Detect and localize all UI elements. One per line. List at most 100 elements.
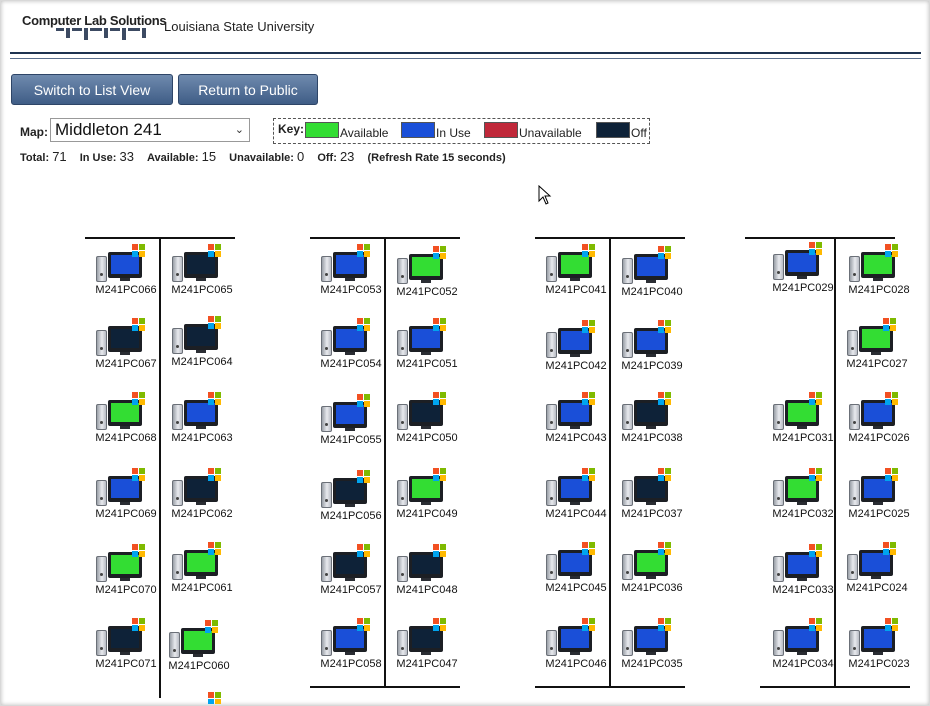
computer-m241pc071[interactable]: M241PC071 [90, 616, 160, 672]
computer-m241pc050[interactable]: M241PC050 [391, 390, 461, 446]
computer-m241pc061[interactable]: M241PC061 [166, 540, 236, 596]
computer-m241pc038[interactable]: M241PC038 [616, 390, 686, 446]
computer-label: M241PC033 [772, 584, 834, 596]
return-to-public-button[interactable]: Return to Public [178, 74, 318, 105]
computer-label: M241PC032 [772, 508, 834, 520]
computer-m241pc036[interactable]: M241PC036 [616, 540, 686, 596]
monitor-stand [196, 576, 206, 579]
monitor-stand [196, 350, 206, 353]
monitor-stand [196, 426, 206, 429]
computer-m241pc058[interactable]: M241PC058 [315, 616, 385, 672]
tower-icon [96, 480, 107, 506]
switch-to-list-view-button[interactable]: Switch to List View [11, 74, 173, 105]
computer-m241pc056[interactable]: M241PC056 [315, 468, 385, 524]
computer-m241pc024[interactable]: M241PC024 [841, 540, 911, 596]
computer-m241pc032[interactable]: M241PC032 [767, 466, 837, 522]
tower-icon [321, 630, 332, 656]
windows-logo-icon [132, 468, 146, 482]
computer-m241pc033[interactable]: M241PC033 [767, 542, 837, 598]
total-count: 71 [52, 149, 67, 164]
computer-m241pc057[interactable]: M241PC057 [315, 542, 385, 598]
computer-m241pc042[interactable]: M241PC042 [540, 318, 610, 374]
key-label: Key: [278, 122, 305, 136]
computer-m241pc070[interactable]: M241PC070 [90, 542, 160, 598]
header-divider-thin [10, 58, 921, 59]
computer-label: M241PC051 [396, 358, 458, 370]
key-in-use-label: In Use [436, 126, 471, 140]
windows-logo-icon [132, 618, 146, 632]
computer-m241pc040[interactable]: M241PC040 [616, 244, 686, 300]
computer-m241pc054[interactable]: M241PC054 [315, 316, 385, 372]
windows-logo-icon [433, 468, 447, 482]
monitor-stand [646, 652, 656, 655]
computer-label: M241PC037 [621, 508, 683, 520]
key-swatch-unavailable [484, 122, 518, 138]
computer-m241pc025[interactable]: M241PC025 [843, 466, 913, 522]
monitor-stand [646, 354, 656, 357]
computer-m241pc039[interactable]: M241PC039 [616, 318, 686, 374]
windows-logo-icon [658, 246, 672, 260]
computer-m241pc041[interactable]: M241PC041 [540, 242, 610, 298]
windows-logo-icon [883, 542, 897, 556]
computer-m241pc044[interactable]: M241PC044 [540, 466, 610, 522]
logo-graphic [56, 28, 156, 40]
computer-label: M241PC050 [396, 432, 458, 444]
tower-icon [847, 330, 858, 356]
unavailable-count: 0 [297, 149, 305, 164]
monitor-stand [646, 502, 656, 505]
windows-logo-icon [357, 244, 371, 258]
computer-m241pc062[interactable]: M241PC062 [166, 466, 236, 522]
monitor-stand [873, 278, 883, 281]
windows-logo-icon [658, 320, 672, 334]
computer-m241pc068[interactable]: M241PC068 [90, 390, 160, 446]
computer-m241pc053[interactable]: M241PC053 [315, 242, 385, 298]
computer-m241pc051[interactable]: M241PC051 [391, 316, 461, 372]
computer-label: M241PC027 [846, 358, 908, 370]
computer-label: M241PC071 [95, 658, 157, 670]
map-select[interactable]: Middleton 241 ⌄ [50, 118, 250, 142]
computer-label: M241PC047 [396, 658, 458, 670]
computer-m241pc063[interactable]: M241PC063 [166, 390, 236, 446]
monitor-stand [797, 578, 807, 581]
computer-m241pc027[interactable]: M241PC027 [841, 316, 911, 372]
computer-m241pc066[interactable]: M241PC066 [90, 242, 160, 298]
monitor-stand [797, 652, 807, 655]
windows-logo-icon [357, 470, 371, 484]
computer-m241pc065[interactable]: M241PC065 [166, 242, 236, 298]
computer-m241pc049[interactable]: M241PC049 [391, 466, 461, 522]
computer-m241pc029[interactable]: M241PC029 [767, 240, 837, 296]
monitor-stand [797, 426, 807, 429]
computer-m241pc069[interactable]: M241PC069 [90, 466, 160, 522]
logo[interactable]: Computer Lab Solutions [22, 13, 167, 28]
computer-label: M241PC052 [396, 286, 458, 298]
monitor-stand [120, 426, 130, 429]
computer-m241pc034[interactable]: M241PC034 [767, 616, 837, 672]
computer-m241pc037[interactable]: M241PC037 [616, 466, 686, 522]
monitor-stand [871, 576, 881, 579]
computer-m241pc026[interactable]: M241PC026 [843, 390, 913, 446]
computer-m241pc023[interactable]: M241PC023 [843, 616, 913, 672]
computer-m241pc035[interactable]: M241PC035 [616, 616, 686, 672]
tower-icon [622, 554, 633, 580]
computer-m241pc043[interactable]: M241PC043 [540, 390, 610, 446]
map-label: Map: [20, 125, 48, 139]
tower-icon [622, 630, 633, 656]
computer-m241pc031[interactable]: M241PC031 [767, 390, 837, 446]
computer-label: M241PC062 [171, 508, 233, 520]
computer-m241pc067[interactable]: M241PC067 [90, 316, 160, 372]
table-edge [310, 686, 460, 688]
windows-logo-icon [208, 392, 222, 406]
computer-m241pc060[interactable]: M241PC060 [163, 618, 233, 674]
computer-m241pc047[interactable]: M241PC047 [391, 616, 461, 672]
available-count: 15 [201, 149, 217, 164]
computer-m241pc045[interactable]: M241PC045 [540, 540, 610, 596]
windows-logo-icon [885, 468, 899, 482]
computer-m241pc028[interactable]: M241PC028 [843, 242, 913, 298]
computer-m241pc064[interactable]: M241PC064 [166, 314, 236, 370]
computer-label: M241PC061 [171, 582, 233, 594]
computer-m241pc052[interactable]: M241PC052 [391, 244, 461, 300]
computer-m241pc046[interactable]: M241PC046 [540, 616, 610, 672]
computer-m241pc055[interactable]: M241PC055 [315, 392, 385, 448]
monitor-stand [196, 502, 206, 505]
computer-m241pc048[interactable]: M241PC048 [391, 542, 461, 598]
